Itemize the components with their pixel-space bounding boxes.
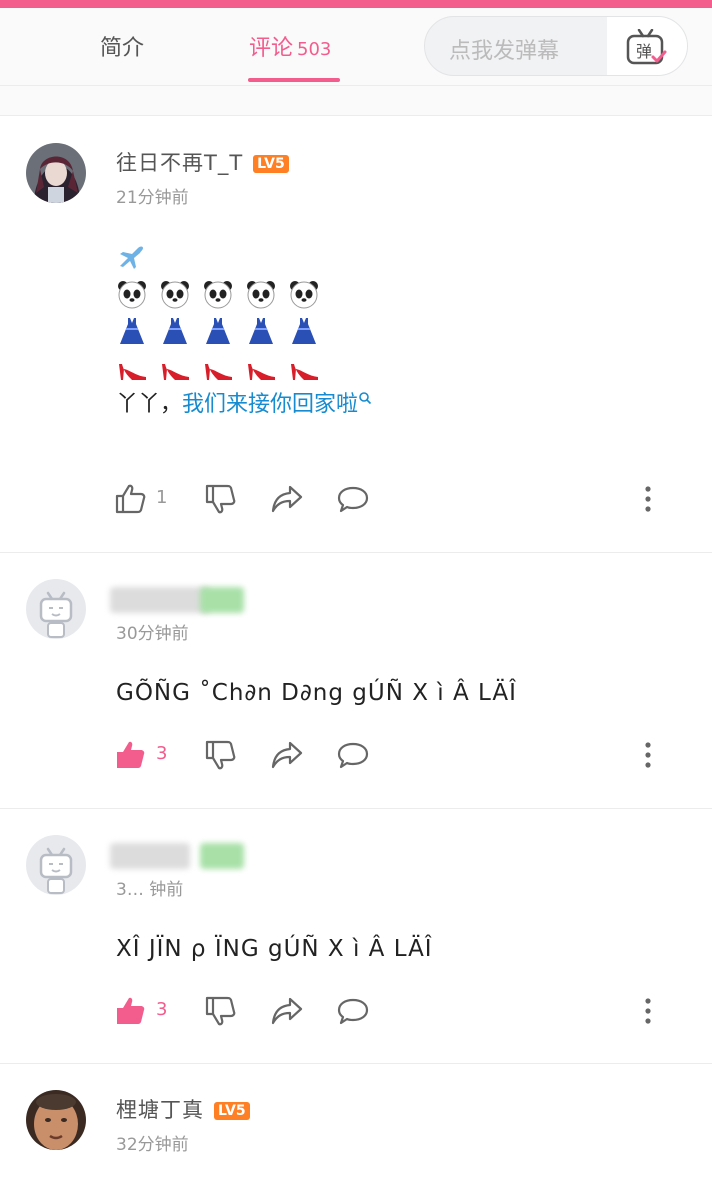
airplane-icon	[120, 246, 143, 269]
panda-icon	[118, 281, 146, 309]
danmaku-button[interactable]: 弹	[607, 17, 687, 75]
like-count: 1	[156, 487, 168, 508]
comment-time: 21分钟前	[116, 188, 189, 208]
tab-intro[interactable]: 简介	[100, 30, 144, 62]
username[interactable]: 往日不再T_T LV5	[116, 147, 289, 177]
tab-bar: 简介 评论 503 点我发弹幕 弹	[0, 8, 712, 86]
comment-text: GÕÑG ˚Ch∂n D∂ng gÚÑ X ì Â LÄÎ	[116, 680, 517, 706]
dislike-icon[interactable]	[204, 739, 238, 771]
emoji-line-panda	[116, 276, 372, 313]
section-gap	[0, 86, 712, 116]
comment-actions: 3	[114, 737, 674, 773]
avatar-default[interactable]	[26, 579, 86, 639]
danmaku-button-text: 弹	[636, 42, 652, 61]
comment-text-line: 丫丫，我们来接你回家啦	[116, 387, 372, 423]
panda-icon	[290, 281, 318, 309]
red-high-heel-icon	[205, 364, 232, 380]
danmaku-input[interactable]: 点我发弹幕 弹	[424, 16, 688, 76]
red-high-heel-icon	[119, 364, 146, 380]
reply-icon[interactable]	[336, 995, 370, 1027]
top-accent-bar	[0, 0, 712, 8]
like-count: 3	[156, 743, 168, 764]
comment-actions: 3	[114, 993, 674, 1029]
red-high-heel-icon	[162, 364, 189, 380]
dislike-icon[interactable]	[204, 995, 238, 1027]
level-badge: LV5	[253, 155, 289, 173]
blue-dress-icon	[249, 318, 273, 344]
comment-text: XÎ JÏN ρ ÏNG gÚÑ X ì Â LÄÎ	[116, 936, 433, 962]
comment-item: 3… 钟前 XÎ JÏN ρ ÏNG gÚÑ X ì Â LÄÎ 3	[0, 809, 712, 1064]
blurred-username	[110, 843, 190, 869]
blue-dress-icon	[206, 318, 230, 344]
more-options-icon[interactable]	[642, 739, 654, 771]
tab-comments-label: 评论	[249, 36, 294, 61]
comment-item: 30分钟前 GÕÑG ˚Ch∂n D∂ng gÚÑ X ì Â LÄÎ 3	[0, 553, 712, 809]
reply-icon[interactable]	[336, 483, 370, 515]
comment-actions: 1	[114, 481, 674, 517]
emoji-line-dress	[116, 313, 372, 350]
like-icon[interactable]	[114, 483, 148, 515]
comment-text: 丫丫，	[116, 392, 183, 417]
username[interactable]: 梩塘丁真 LV5	[116, 1094, 250, 1124]
blue-dress-icon	[120, 318, 144, 344]
reply-icon[interactable]	[336, 739, 370, 771]
blurred-username-badge	[200, 843, 244, 869]
search-link[interactable]: 我们来接你回家啦	[182, 392, 372, 417]
danmaku-tv-icon: 弹	[626, 29, 667, 65]
blurred-username	[110, 587, 210, 613]
panda-icon	[247, 281, 275, 309]
username-text: 梩塘丁真	[116, 1098, 204, 1122]
blue-dress-icon	[163, 318, 187, 344]
comment-time: 3… 钟前	[116, 880, 184, 900]
panda-icon	[161, 281, 189, 309]
search-link-text: 我们来接你回家啦	[182, 392, 359, 417]
comment-item: 梩塘丁真 LV5 32分钟前	[0, 1064, 712, 1200]
emoji-line-heels	[116, 350, 372, 387]
tab-comments-count: 503	[297, 39, 332, 60]
share-icon[interactable]	[270, 995, 304, 1027]
emoji-line-airplane	[116, 239, 372, 276]
dislike-icon[interactable]	[204, 483, 238, 515]
like-count: 3	[156, 999, 168, 1020]
share-icon[interactable]	[270, 739, 304, 771]
username-text: 往日不再T_T	[116, 151, 244, 175]
search-icon	[359, 392, 372, 405]
comment-time: 32分钟前	[116, 1135, 189, 1155]
comment-time: 30分钟前	[116, 624, 189, 644]
blue-dress-icon	[292, 318, 316, 344]
red-high-heel-icon	[248, 364, 275, 380]
level-badge: LV5	[214, 1102, 250, 1120]
share-icon[interactable]	[270, 483, 304, 515]
comment-item: 往日不再T_T LV5 21分钟前 丫丫，我们来接你回家啦 1	[0, 117, 712, 553]
danmaku-placeholder: 点我发弹幕	[449, 39, 560, 64]
more-options-icon[interactable]	[642, 483, 654, 515]
avatar[interactable]	[26, 1090, 86, 1150]
comment-content: 丫丫，我们来接你回家啦	[116, 239, 372, 423]
more-options-icon[interactable]	[642, 995, 654, 1027]
panda-icon	[204, 281, 232, 309]
avatar-default[interactable]	[26, 835, 86, 895]
tab-active-underline	[248, 78, 340, 82]
red-high-heel-icon	[291, 364, 318, 380]
blurred-username-badge	[200, 587, 244, 613]
tab-comments[interactable]: 评论 503	[249, 30, 331, 62]
avatar[interactable]	[26, 143, 86, 203]
like-icon-active[interactable]	[114, 739, 148, 771]
like-icon-active[interactable]	[114, 995, 148, 1027]
